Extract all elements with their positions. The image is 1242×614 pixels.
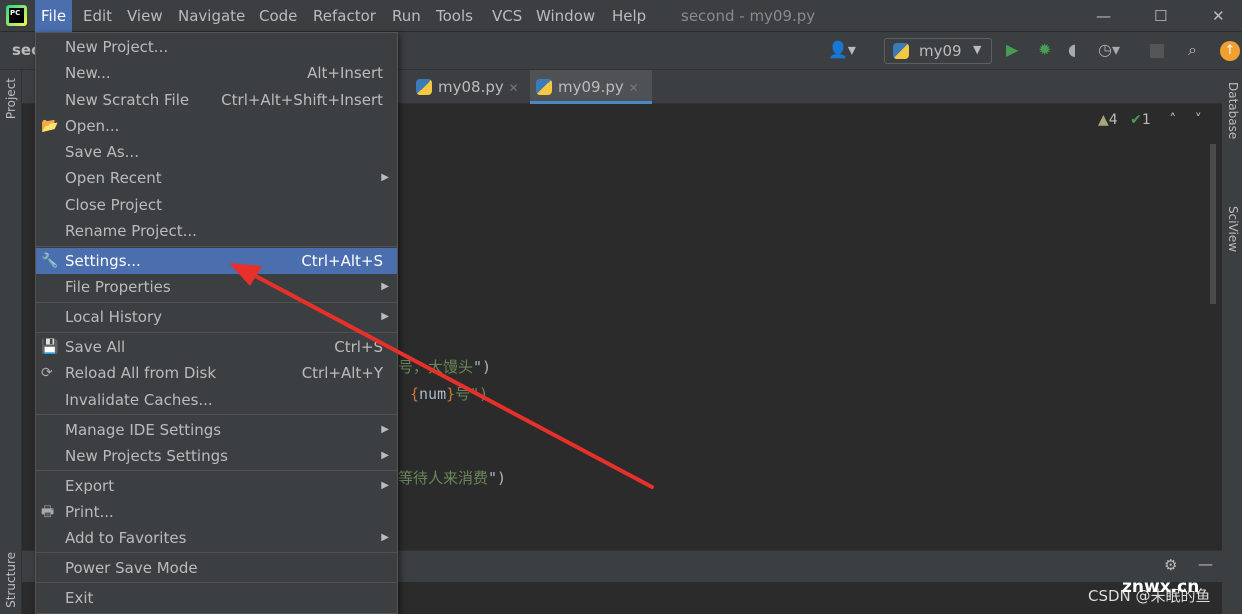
arrow-head [229,263,262,286]
arrow-shaft [246,270,654,489]
annotation-arrow [229,263,654,489]
